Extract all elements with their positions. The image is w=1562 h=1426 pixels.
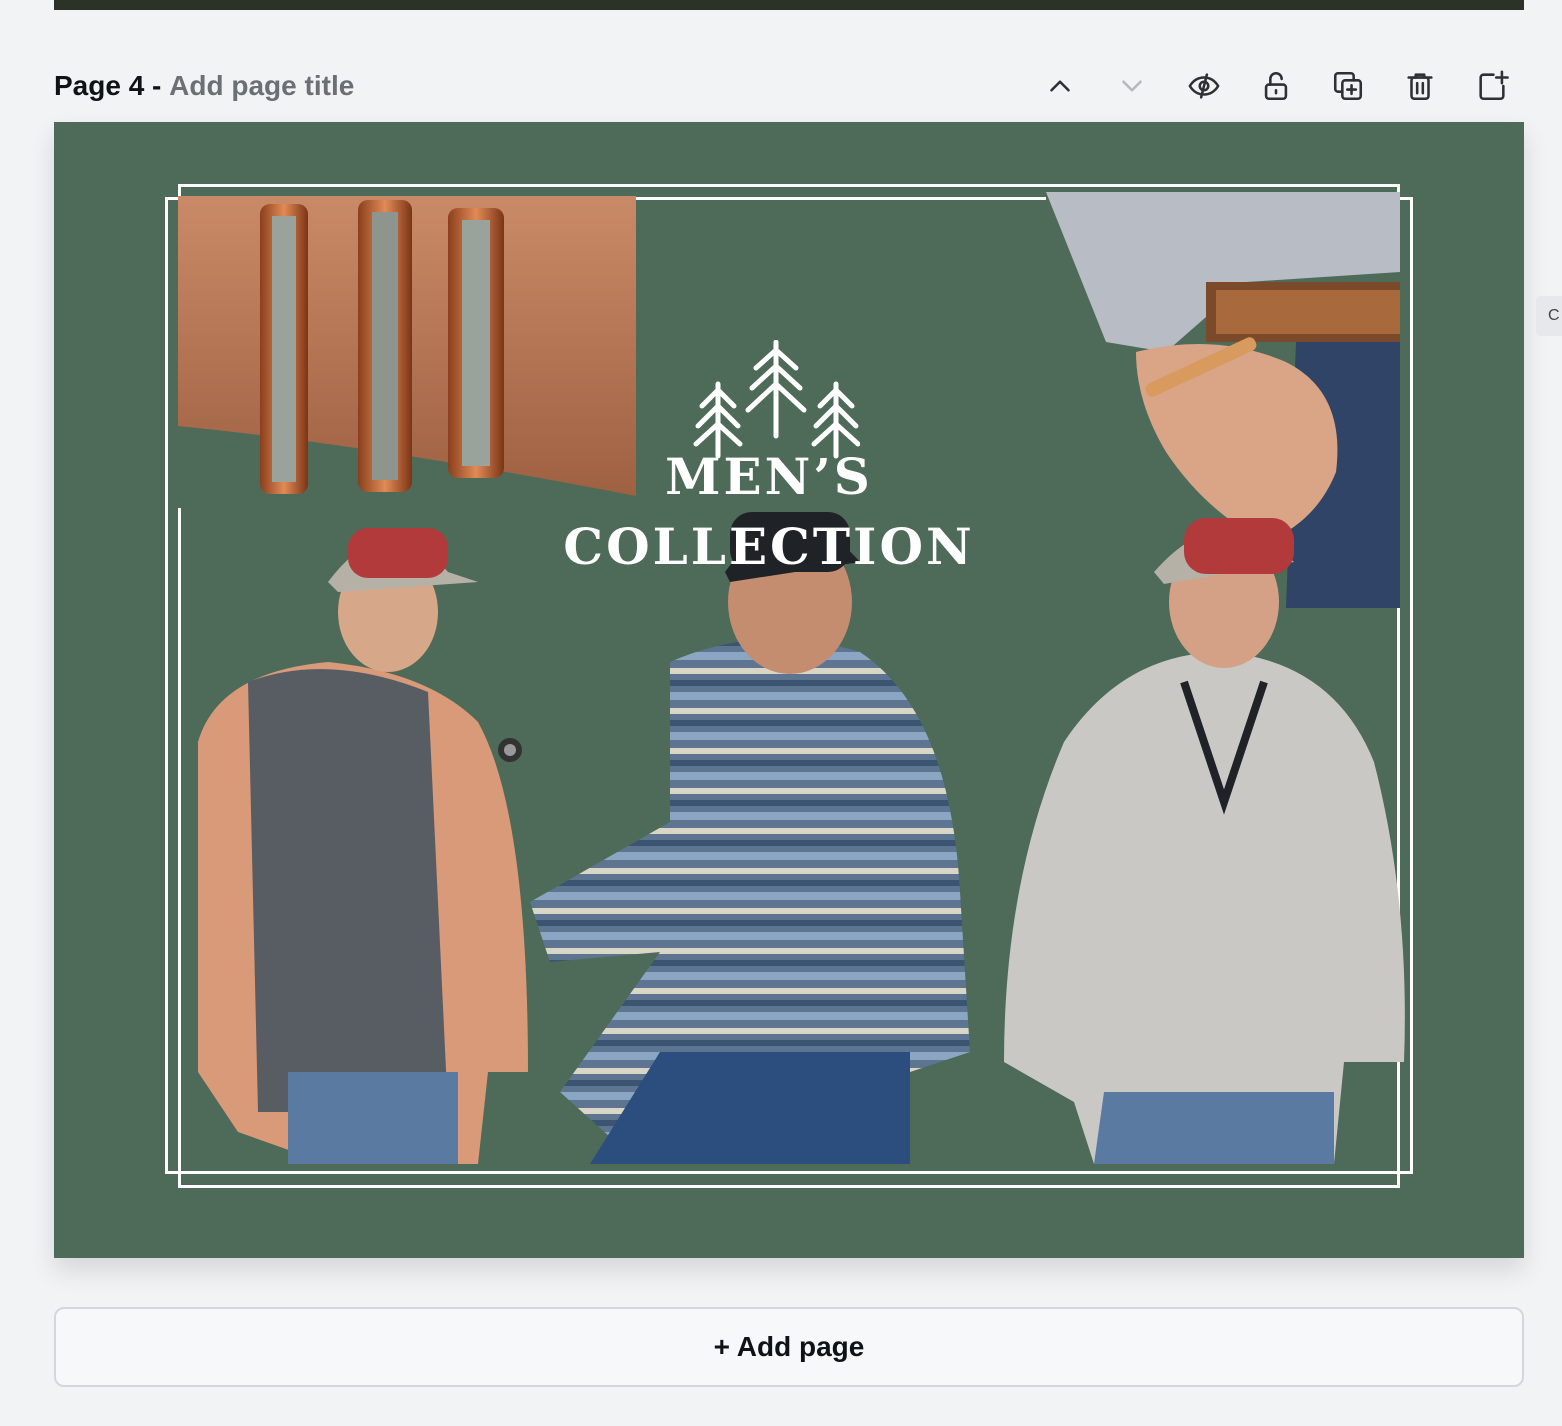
man-striped-pullover-photo[interactable]	[530, 492, 1010, 1164]
man-gray-hoodie-photo[interactable]	[178, 512, 538, 1164]
duplicate-page-button[interactable]	[1324, 62, 1372, 110]
page-title[interactable]: Page 4 - Add page title	[54, 68, 354, 104]
copper-cuff	[448, 208, 504, 478]
collection-title[interactable]: MEN’S COLLECTION	[474, 442, 1064, 582]
add-page-icon	[1479, 70, 1509, 101]
duplicate-page-icon	[1333, 71, 1363, 101]
hide-page-button[interactable]	[1180, 62, 1228, 110]
add-page-button[interactable]: + Add page	[54, 1307, 1524, 1387]
delete-page-button[interactable]	[1396, 62, 1444, 110]
hide-eye-icon	[1188, 73, 1220, 99]
page-number-label: Page 4 -	[54, 70, 162, 101]
lock-page-button[interactable]	[1252, 62, 1300, 110]
add-page-after-button[interactable]	[1468, 62, 1516, 110]
man-knit-pullover-photo[interactable]	[1004, 502, 1410, 1164]
lock-icon	[1264, 72, 1288, 101]
trash-icon	[1407, 73, 1433, 101]
page-toolbar	[1034, 62, 1524, 110]
copper-cuff	[260, 204, 308, 494]
page-header: Page 4 - Add page title	[54, 58, 1524, 114]
move-page-up-button[interactable]	[1036, 62, 1084, 110]
chevron-up-icon	[1050, 80, 1070, 92]
design-canvas[interactable]: MEN’S COLLECTION	[54, 122, 1524, 1258]
side-panel-tab[interactable]: C	[1536, 296, 1562, 336]
previous-page-edge	[54, 0, 1524, 10]
move-page-down-button[interactable]	[1108, 62, 1156, 110]
page-title-placeholder[interactable]: Add page title	[169, 70, 354, 101]
chevron-down-icon	[1122, 80, 1142, 92]
copper-cuff	[358, 200, 412, 492]
